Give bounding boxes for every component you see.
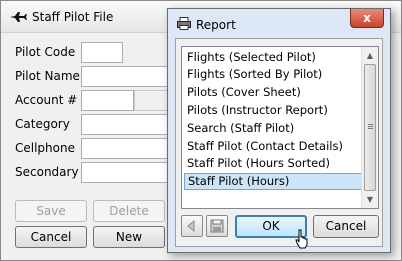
printer-icon <box>177 17 191 30</box>
save-button[interactable]: Save <box>15 200 87 222</box>
back-button[interactable] <box>181 215 203 237</box>
report-scrollbar[interactable]: ▲ ▼ <box>361 47 378 208</box>
account-name-field <box>134 90 171 111</box>
pilot-code-input[interactable] <box>81 42 123 63</box>
report-item-flights-sorted[interactable]: Flights (Sorted By Pilot) <box>184 66 362 83</box>
cellphone-input[interactable] <box>81 138 171 159</box>
report-item-contact-details[interactable]: Staff Pilot (Contact Details) <box>184 138 362 155</box>
label-pilot-name: Pilot Name <box>15 69 80 83</box>
dialog-cancel-button[interactable]: Cancel <box>313 215 379 238</box>
delete-button[interactable]: Delete <box>93 200 165 222</box>
hand-cursor-icon <box>295 229 308 249</box>
report-dialog: Report x Flights (Selected Pilot) Flight… <box>167 8 391 253</box>
new-button[interactable]: New <box>93 226 165 248</box>
report-item-pilots-instructor[interactable]: Pilots (Instructor Report) <box>184 102 362 119</box>
report-item-hours-sorted[interactable]: Staff Pilot (Hours Sorted) <box>184 155 362 172</box>
label-account: Account # <box>15 93 78 107</box>
account-input[interactable] <box>81 90 134 111</box>
scroll-thumb[interactable] <box>364 64 376 191</box>
scroll-down-arrow-icon[interactable]: ▼ <box>362 191 378 208</box>
label-category: Category <box>15 117 70 131</box>
label-pilot-code: Pilot Code <box>15 45 76 59</box>
close-button[interactable]: x <box>350 9 384 28</box>
save-disk-icon <box>210 219 224 233</box>
secondary-input[interactable] <box>81 162 171 183</box>
report-title: Report <box>196 18 236 32</box>
cancel-button[interactable]: Cancel <box>15 226 87 248</box>
report-listbox[interactable]: Flights (Selected Pilot) Flights (Sorted… <box>181 46 379 209</box>
report-item-search-staff[interactable]: Search (Staff Pilot) <box>184 120 362 137</box>
label-cellphone: Cellphone <box>15 141 75 155</box>
category-input[interactable] <box>81 114 171 135</box>
back-arrow-icon <box>187 219 195 233</box>
scroll-up-arrow-icon[interactable]: ▲ <box>362 47 378 64</box>
pilot-name-input[interactable] <box>81 66 171 87</box>
save-disk-button[interactable] <box>206 215 228 237</box>
report-item-pilots-cover[interactable]: Pilots (Cover Sheet) <box>184 84 362 101</box>
report-item-flights-selected[interactable]: Flights (Selected Pilot) <box>184 49 362 66</box>
window-title: Staff Pilot File <box>32 10 114 24</box>
label-secondary: Secondary <box>15 165 79 179</box>
airplane-icon <box>10 12 27 22</box>
report-client-area: Flights (Selected Pilot) Flights (Sorted… <box>175 38 383 249</box>
report-item-hours[interactable]: Staff Pilot (Hours) <box>184 173 362 190</box>
